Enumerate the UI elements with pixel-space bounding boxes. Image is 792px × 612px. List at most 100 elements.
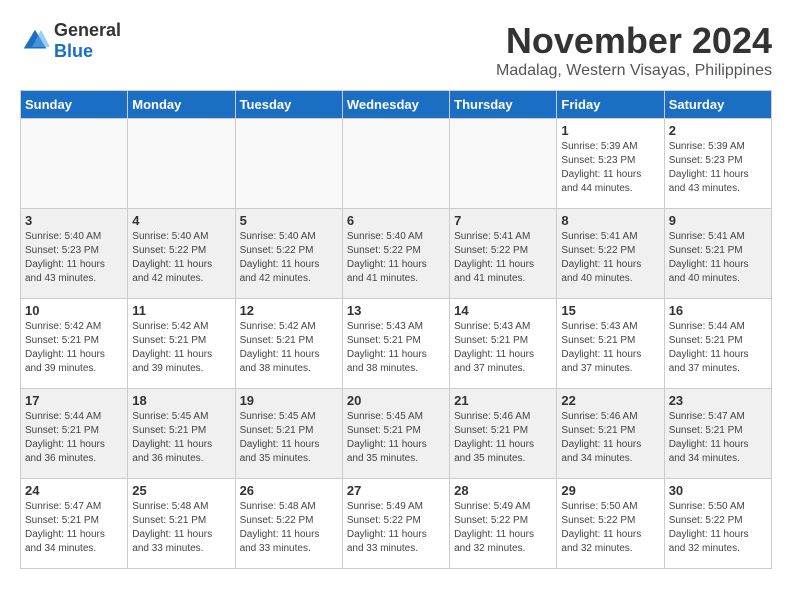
day-info: Sunrise: 5:40 AM Sunset: 5:22 PM Dayligh… <box>240 230 338 286</box>
day-number: 29 <box>561 483 659 498</box>
calendar-cell: 25Sunrise: 5:48 AM Sunset: 5:21 PM Dayli… <box>128 479 235 569</box>
calendar-week-2: 10Sunrise: 5:42 AM Sunset: 5:21 PM Dayli… <box>21 299 772 389</box>
logo-text: General Blue <box>54 20 121 62</box>
day-number: 6 <box>347 213 445 228</box>
day-number: 9 <box>669 213 767 228</box>
day-number: 21 <box>454 393 552 408</box>
calendar-cell: 14Sunrise: 5:43 AM Sunset: 5:21 PM Dayli… <box>450 299 557 389</box>
day-number: 17 <box>25 393 123 408</box>
calendar-cell: 15 Sunrise: 5:43 AM Sunset: 5:21 PM Dayli… <box>557 299 664 389</box>
day-info: Sunrise: 5:44 AM Sunset: 5:21 PM Dayligh… <box>669 320 767 376</box>
calendar-cell: 1 Sunrise: 5:39 AM Sunset: 5:23 PM Daylig… <box>557 119 664 209</box>
calendar-cell: 13 Sunrise: 5:43 AM Sunset: 5:21 PM Dayli… <box>342 299 449 389</box>
location-title: Madalag, Western Visayas, Philippines <box>496 62 772 80</box>
calendar-cell <box>21 119 128 209</box>
calendar-cell: 3 Sunrise: 5:40 AM Sunset: 5:23 PM Daylig… <box>21 209 128 299</box>
day-info: Sunrise: 5:48 AM Sunset: 5:22 PM Dayligh… <box>240 500 338 556</box>
calendar-cell: 7 Sunrise: 5:41 AM Sunset: 5:22 PM Daylig… <box>450 209 557 299</box>
day-info: Sunrise: 5:50 AM Sunset: 5:22 PM Dayligh… <box>561 500 659 556</box>
day-number: 3 <box>25 213 123 228</box>
day-info: Sunrise: 5:45 AM Sunset: 5:21 PM Dayligh… <box>347 410 445 466</box>
day-info: Sunrise: 5:43 AM Sunset: 5:21 PM Dayligh… <box>561 320 659 376</box>
day-info: Sunrise: 5:40 AM Sunset: 5:22 PM Dayligh… <box>347 230 445 286</box>
calendar-cell: 27 Sunrise: 5:49 AM Sunset: 5:22 PM Dayli… <box>342 479 449 569</box>
calendar-cell: 24 Sunrise: 5:47 AM Sunset: 5:21 PM Dayli… <box>21 479 128 569</box>
day-number: 19 <box>240 393 338 408</box>
day-info: Sunrise: 5:47 AM Sunset: 5:21 PM Dayligh… <box>25 500 123 556</box>
calendar-cell: 5 Sunrise: 5:40 AM Sunset: 5:22 PM Daylig… <box>235 209 342 299</box>
calendar-cell: 23Sunrise: 5:47 AM Sunset: 5:21 PM Dayli… <box>664 389 771 479</box>
day-number: 18 <box>132 393 230 408</box>
calendar-week-0: 1 Sunrise: 5:39 AM Sunset: 5:23 PM Daylig… <box>21 119 772 209</box>
day-info: Sunrise: 5:42 AM Sunset: 5:21 PM Dayligh… <box>25 320 123 376</box>
calendar-cell: 9Sunrise: 5:41 AM Sunset: 5:21 PM Daylig… <box>664 209 771 299</box>
day-header-wednesday: Wednesday <box>342 91 449 119</box>
day-info: Sunrise: 5:43 AM Sunset: 5:21 PM Dayligh… <box>347 320 445 376</box>
day-header-tuesday: Tuesday <box>235 91 342 119</box>
day-number: 15 <box>561 303 659 318</box>
day-info: Sunrise: 5:46 AM Sunset: 5:21 PM Dayligh… <box>454 410 552 466</box>
day-info: Sunrise: 5:45 AM Sunset: 5:21 PM Dayligh… <box>240 410 338 466</box>
calendar-cell: 30 Sunrise: 5:50 AM Sunset: 5:22 PM Dayli… <box>664 479 771 569</box>
day-number: 30 <box>669 483 767 498</box>
calendar-cell: 8 Sunrise: 5:41 AM Sunset: 5:22 PM Daylig… <box>557 209 664 299</box>
calendar-cell: 6 Sunrise: 5:40 AM Sunset: 5:22 PM Daylig… <box>342 209 449 299</box>
day-number: 8 <box>561 213 659 228</box>
calendar-cell <box>450 119 557 209</box>
calendar-table: SundayMondayTuesdayWednesdayThursdayFrid… <box>20 90 772 569</box>
day-number: 16 <box>669 303 767 318</box>
calendar-cell <box>342 119 449 209</box>
day-info: Sunrise: 5:47 AM Sunset: 5:21 PM Dayligh… <box>669 410 767 466</box>
logo: General Blue <box>20 20 121 62</box>
calendar-cell: 20 Sunrise: 5:45 AM Sunset: 5:21 PM Dayli… <box>342 389 449 479</box>
calendar-cell <box>128 119 235 209</box>
day-number: 27 <box>347 483 445 498</box>
day-number: 5 <box>240 213 338 228</box>
day-info: Sunrise: 5:45 AM Sunset: 5:21 PM Dayligh… <box>132 410 230 466</box>
title-area: November 2024 Madalag, Western Visayas, … <box>496 20 772 80</box>
calendar-week-4: 24 Sunrise: 5:47 AM Sunset: 5:21 PM Dayli… <box>21 479 772 569</box>
day-info: Sunrise: 5:42 AM Sunset: 5:21 PM Dayligh… <box>240 320 338 376</box>
day-number: 13 <box>347 303 445 318</box>
calendar-cell: 28Sunrise: 5:49 AM Sunset: 5:22 PM Dayli… <box>450 479 557 569</box>
day-info: Sunrise: 5:46 AM Sunset: 5:21 PM Dayligh… <box>561 410 659 466</box>
day-info: Sunrise: 5:49 AM Sunset: 5:22 PM Dayligh… <box>347 500 445 556</box>
day-number: 20 <box>347 393 445 408</box>
calendar-cell: 29 Sunrise: 5:50 AM Sunset: 5:22 PM Dayli… <box>557 479 664 569</box>
day-number: 22 <box>561 393 659 408</box>
logo-blue: Blue <box>54 41 93 61</box>
day-info: Sunrise: 5:40 AM Sunset: 5:23 PM Dayligh… <box>25 230 123 286</box>
calendar-header-row: SundayMondayTuesdayWednesdayThursdayFrid… <box>21 91 772 119</box>
calendar-cell: 11Sunrise: 5:42 AM Sunset: 5:21 PM Dayli… <box>128 299 235 389</box>
calendar-week-1: 3 Sunrise: 5:40 AM Sunset: 5:23 PM Daylig… <box>21 209 772 299</box>
day-number: 7 <box>454 213 552 228</box>
day-header-sunday: Sunday <box>21 91 128 119</box>
day-info: Sunrise: 5:42 AM Sunset: 5:21 PM Dayligh… <box>132 320 230 376</box>
calendar-cell: 2Sunrise: 5:39 AM Sunset: 5:23 PM Daylig… <box>664 119 771 209</box>
day-info: Sunrise: 5:49 AM Sunset: 5:22 PM Dayligh… <box>454 500 552 556</box>
day-header-monday: Monday <box>128 91 235 119</box>
calendar-week-3: 17 Sunrise: 5:44 AM Sunset: 5:21 PM Dayli… <box>21 389 772 479</box>
day-info: Sunrise: 5:41 AM Sunset: 5:22 PM Dayligh… <box>454 230 552 286</box>
logo-general: General <box>54 20 121 40</box>
day-info: Sunrise: 5:39 AM Sunset: 5:23 PM Dayligh… <box>561 140 659 196</box>
calendar-cell: 17 Sunrise: 5:44 AM Sunset: 5:21 PM Dayli… <box>21 389 128 479</box>
day-number: 1 <box>561 123 659 138</box>
day-number: 12 <box>240 303 338 318</box>
day-info: Sunrise: 5:44 AM Sunset: 5:21 PM Dayligh… <box>25 410 123 466</box>
day-info: Sunrise: 5:41 AM Sunset: 5:22 PM Dayligh… <box>561 230 659 286</box>
day-header-thursday: Thursday <box>450 91 557 119</box>
day-header-friday: Friday <box>557 91 664 119</box>
calendar-cell: 19 Sunrise: 5:45 AM Sunset: 5:21 PM Dayli… <box>235 389 342 479</box>
calendar-cell: 10Sunrise: 5:42 AM Sunset: 5:21 PM Dayli… <box>21 299 128 389</box>
calendar-cell: 18 Sunrise: 5:45 AM Sunset: 5:21 PM Dayli… <box>128 389 235 479</box>
calendar-cell: 12 Sunrise: 5:42 AM Sunset: 5:21 PM Dayli… <box>235 299 342 389</box>
calendar-cell: 21 Sunrise: 5:46 AM Sunset: 5:21 PM Dayli… <box>450 389 557 479</box>
day-number: 24 <box>25 483 123 498</box>
day-info: Sunrise: 5:39 AM Sunset: 5:23 PM Dayligh… <box>669 140 767 196</box>
day-number: 14 <box>454 303 552 318</box>
day-info: Sunrise: 5:50 AM Sunset: 5:22 PM Dayligh… <box>669 500 767 556</box>
day-info: Sunrise: 5:40 AM Sunset: 5:22 PM Dayligh… <box>132 230 230 286</box>
month-title: November 2024 <box>496 20 772 62</box>
calendar-cell: 26Sunrise: 5:48 AM Sunset: 5:22 PM Dayli… <box>235 479 342 569</box>
